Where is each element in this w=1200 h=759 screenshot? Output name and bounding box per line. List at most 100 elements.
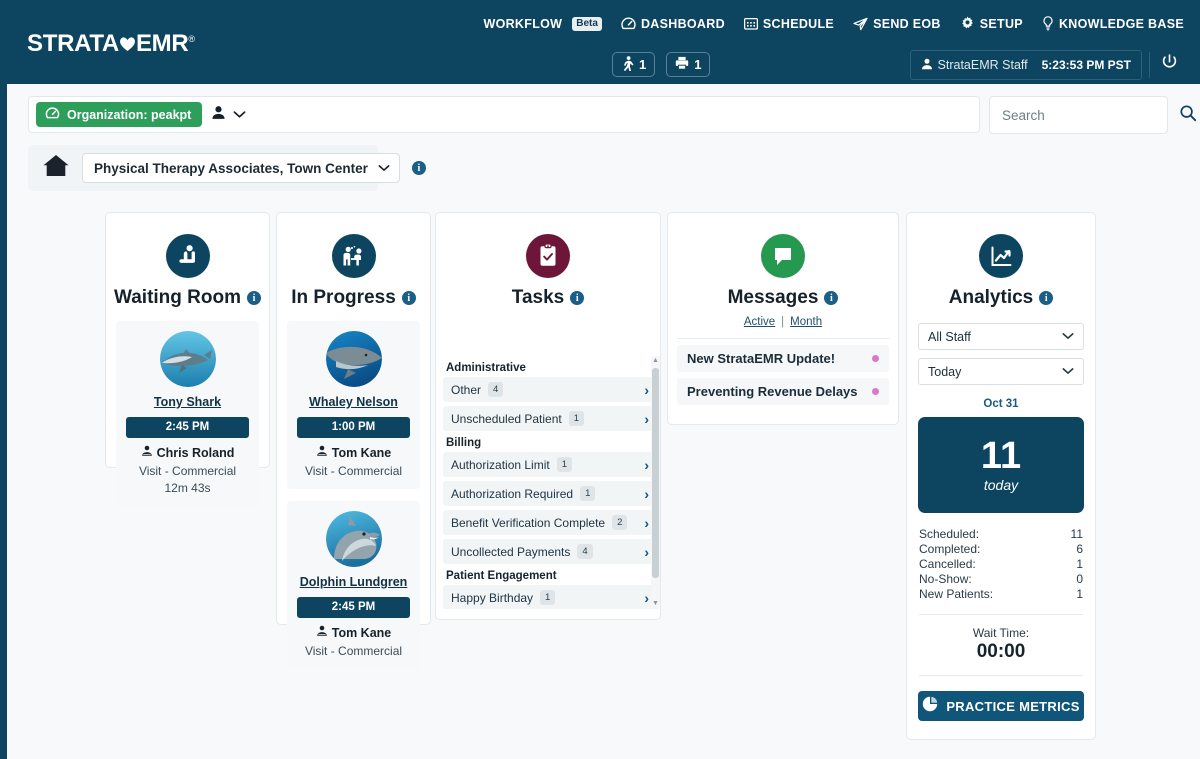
practice-metrics-label: PRACTICE METRICS (946, 698, 1080, 714)
wait-time-label: Wait Time: (972, 626, 1030, 640)
task-group-header: Billing (446, 437, 482, 449)
home-icon[interactable] (42, 153, 70, 183)
patient-name-link[interactable]: Dolphin Lundgren (300, 575, 408, 589)
search-box[interactable] (989, 96, 1197, 134)
nav-item-knowledge-base[interactable]: KNOWLEDGE BASE (1042, 16, 1184, 31)
location-info-icon[interactable]: i (411, 161, 426, 175)
patient-name-link[interactable]: Tony Shark (154, 395, 221, 409)
search-icon[interactable] (1179, 104, 1197, 127)
current-time: 5:23:53 PM PST (1041, 58, 1131, 72)
location-label: Physical Therapy Associates, Town Center (94, 160, 368, 176)
left-rail (0, 84, 7, 759)
waiting-room-patient-tile[interactable]: Tony Shark 2:45 PM Chris Roland Visit - … (116, 321, 259, 506)
tasks-title: Tasks i (436, 287, 660, 309)
printer-counter-button[interactable]: 1 (666, 52, 711, 77)
scrollbar-thumb[interactable] (652, 368, 659, 578)
message-unread-dot (872, 355, 879, 362)
printer-icon (675, 56, 689, 73)
task-row[interactable]: Other 4 › (443, 377, 653, 402)
staff-filter-select[interactable]: All Staff (918, 323, 1084, 350)
stat-value: 11 (1070, 527, 1083, 541)
nav-item-send-eob[interactable]: SEND EOB (853, 17, 941, 31)
provider-name: Tom Kane (331, 445, 392, 460)
patient-name-link[interactable]: Whaley Nelson (309, 395, 398, 409)
message-text: New StrataEMR Update! (687, 351, 836, 366)
task-label: Benefit Verification Complete (451, 515, 606, 530)
chevron-right-icon: › (644, 410, 649, 427)
logo-trademark: ® (188, 34, 195, 44)
chevron-right-icon: › (644, 381, 649, 398)
chevron-down-icon (1062, 331, 1074, 343)
logout-power-button[interactable] (1152, 50, 1186, 80)
organization-user-dropdown[interactable] (211, 105, 246, 125)
patient-visit-type: Visit - Commercial (138, 464, 237, 478)
task-row[interactable]: Happy Birthday 1 › (443, 585, 653, 609)
period-filter-select[interactable]: Today (918, 358, 1084, 385)
nav-label-workflow: WORKFLOW (483, 16, 563, 31)
task-label: Unscheduled Patient (451, 411, 562, 426)
patient-counter-value: 1 (639, 57, 647, 72)
nav-item-setup[interactable]: SETUP (960, 16, 1023, 31)
tasks-card: Tasks i Administrative Other 4 › Unsched… (435, 212, 661, 620)
task-count: 1 (556, 457, 573, 472)
chevron-right-icon: › (644, 456, 649, 473)
waiting-room-info-icon[interactable]: i (247, 291, 261, 305)
task-row[interactable]: Authorization Limit 1 › (443, 452, 653, 477)
provider-icon (141, 445, 153, 460)
task-row[interactable]: Benefit Verification Complete 2 › (443, 510, 653, 535)
analytics-title: Analytics i (907, 287, 1095, 309)
task-row[interactable]: Unscheduled Patient 1 › (443, 406, 653, 431)
therapist-patient-icon (331, 234, 376, 278)
person-icon (921, 58, 933, 73)
messages-title-text: Messages (727, 287, 819, 308)
user-info-block[interactable]: StrataEMR Staff 5:23:53 PM PST (909, 50, 1142, 80)
tasks-list: Administrative Other 4 › Unscheduled Pat… (443, 356, 653, 609)
nav-label-dashboard: DASHBOARD (640, 16, 725, 31)
header-divider (1149, 52, 1150, 78)
stat-label: No-Show: (919, 572, 972, 586)
practice-metrics-button[interactable]: PRACTICE METRICS (918, 691, 1084, 721)
analytics-title-text: Analytics (948, 287, 1034, 308)
nav-item-schedule[interactable]: SCHEDULE (743, 17, 834, 31)
in-progress-patient-tile[interactable]: Dolphin Lundgren 2:45 PM Tom Kane Visit … (287, 501, 420, 669)
location-select[interactable]: Physical Therapy Associates, Town Center (82, 153, 400, 183)
tasks-scrollbar[interactable]: ▲ ▼ (651, 356, 660, 609)
patient-counter-button[interactable]: 1 (612, 52, 656, 77)
printer-counter-value: 1 (694, 57, 702, 72)
messages-info-icon[interactable]: i (824, 291, 839, 305)
task-group-header: Administrative (446, 362, 526, 374)
tab-month[interactable]: Month (790, 316, 822, 328)
scroll-down-arrow-icon[interactable]: ▼ (652, 600, 659, 608)
messages-divider (677, 338, 889, 339)
task-row[interactable]: Uncollected Payments 4 › (443, 539, 653, 564)
header-counters: 1 1 (612, 52, 711, 77)
stat-row: No-Show: 0 (919, 572, 1083, 587)
task-row[interactable]: Authorization Required 1 › (443, 481, 653, 506)
analytics-info-icon[interactable]: i (1039, 291, 1054, 305)
speedometer-icon (621, 17, 636, 30)
patient-appointment-time: 2:45 PM (297, 597, 410, 618)
organization-chip[interactable]: Organization: peakpt (36, 102, 203, 127)
stat-row: Cancelled: 1 (919, 557, 1083, 572)
stat-label: Scheduled: (919, 527, 980, 541)
appointments-today-tile[interactable]: 11 today (918, 417, 1084, 513)
scroll-up-arrow-icon[interactable]: ▲ (652, 357, 659, 365)
beta-badge: Beta (572, 16, 602, 31)
task-count: 1 (580, 486, 596, 501)
patient-visit-type: Visit - Commercial (304, 644, 403, 658)
in-progress-patient-tile[interactable]: Whaley Nelson 1:00 PM Tom Kane Visit - C… (287, 321, 420, 489)
message-list-item[interactable]: Preventing Revenue Delays (677, 378, 889, 405)
messages-tabs: Active | Month (668, 316, 898, 328)
tab-active[interactable]: Active (744, 316, 775, 328)
search-input[interactable] (1002, 107, 1179, 123)
chevron-right-icon: › (644, 485, 649, 502)
clipboard-check-icon (526, 234, 570, 278)
nav-item-dashboard[interactable]: DASHBOARD (621, 17, 725, 31)
nav-item-workflow[interactable]: WORKFLOW Beta (483, 16, 602, 31)
message-list-item[interactable]: New StrataEMR Update! (677, 345, 889, 372)
app-header: STRATA EMR® WORKFLOW Beta DASHBOARD SCHED… (0, 0, 1200, 84)
stat-row: Scheduled: 11 (919, 527, 1083, 542)
tasks-info-icon[interactable]: i (570, 291, 585, 305)
analytics-date: Oct 31 (983, 398, 1019, 410)
in-progress-info-icon[interactable]: i (401, 291, 416, 305)
